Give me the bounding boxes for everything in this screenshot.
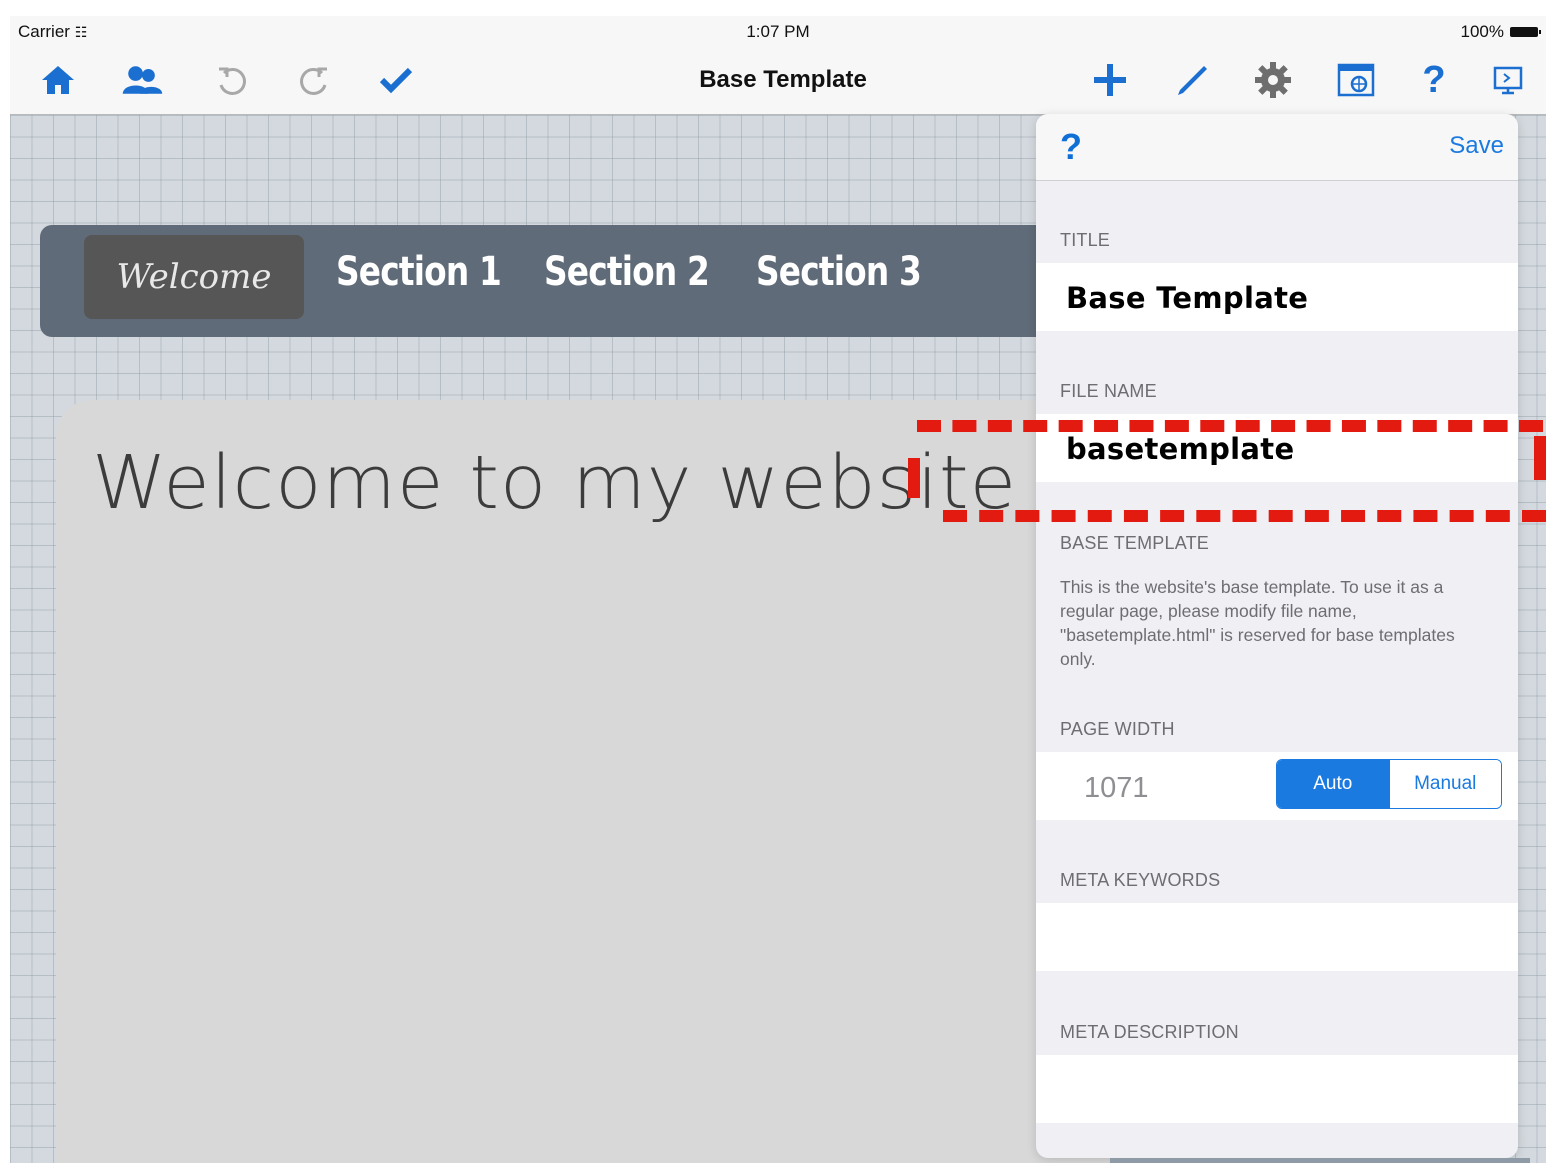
- width-mode-auto[interactable]: Auto: [1277, 760, 1389, 808]
- gear-icon[interactable]: [1251, 58, 1295, 102]
- page-width-row: 1071 Auto Manual: [1036, 752, 1518, 820]
- scroll-indicator: [1110, 1158, 1530, 1163]
- menu-item-section-2[interactable]: Section 2: [544, 249, 710, 295]
- navigation-bar: Base Template ?: [10, 48, 1546, 115]
- menu-item-section-1[interactable]: Section 1: [336, 249, 502, 295]
- preview-icon[interactable]: [1486, 58, 1530, 102]
- page-title: Base Template: [699, 66, 867, 93]
- file-name-value: basetemplate: [1066, 432, 1295, 466]
- save-button[interactable]: Save: [1449, 132, 1504, 160]
- highlight-box-left: [908, 458, 920, 498]
- highlight-box-top: [917, 420, 1543, 432]
- width-mode-control: Auto Manual: [1276, 759, 1502, 809]
- meta-description-field[interactable]: [1036, 1055, 1518, 1123]
- help-icon[interactable]: ?: [1060, 126, 1082, 168]
- meta-keywords-field[interactable]: [1036, 903, 1518, 971]
- file-name-label: FILE NAME: [1060, 381, 1157, 401]
- page-settings-popover: ? Save TITLE Base Template FILE NAME bas…: [1036, 114, 1518, 1158]
- status-bar: Carrier ☷ 1:07 PM 100%: [10, 16, 1546, 48]
- meta-keywords-label: META KEYWORDS: [1060, 870, 1221, 890]
- battery-icon: [1510, 27, 1541, 37]
- pencil-icon[interactable]: [1170, 58, 1214, 102]
- plus-icon[interactable]: [1088, 58, 1132, 102]
- title-field[interactable]: Base Template: [1036, 263, 1518, 331]
- highlight-box-right: [1534, 436, 1546, 480]
- menu-item-welcome[interactable]: Welcome: [84, 235, 304, 319]
- title-label: TITLE: [1060, 230, 1111, 250]
- site-menu-bar: Welcome Section 1 Section 2 Section 3: [40, 225, 1140, 337]
- page-width-label: PAGE WIDTH: [1060, 719, 1175, 739]
- page-width-input[interactable]: 1071: [1084, 772, 1149, 805]
- highlight-box-bottom: [943, 510, 1546, 522]
- welcome-heading[interactable]: Welcome to my website: [92, 440, 1017, 526]
- app-screen: Carrier ☷ 1:07 PM 100% Base Template ? W…: [10, 16, 1546, 1163]
- width-mode-manual[interactable]: Manual: [1388, 760, 1501, 808]
- base-template-description: This is the website's base template. To …: [1060, 577, 1455, 669]
- battery-percent: 100%: [1460, 22, 1504, 41]
- title-value: Base Template: [1066, 281, 1309, 315]
- popover-header: ? Save: [1036, 114, 1518, 181]
- base-template-label: BASE TEMPLATE: [1060, 533, 1209, 553]
- meta-description-label: META DESCRIPTION: [1060, 1022, 1239, 1042]
- help-icon[interactable]: ?: [1412, 58, 1456, 102]
- status-time: 1:07 PM: [746, 22, 810, 41]
- menu-item-section-3[interactable]: Section 3: [756, 249, 922, 295]
- browser-icon[interactable]: [1334, 58, 1378, 102]
- battery-indicator: 100%: [1460, 22, 1541, 42]
